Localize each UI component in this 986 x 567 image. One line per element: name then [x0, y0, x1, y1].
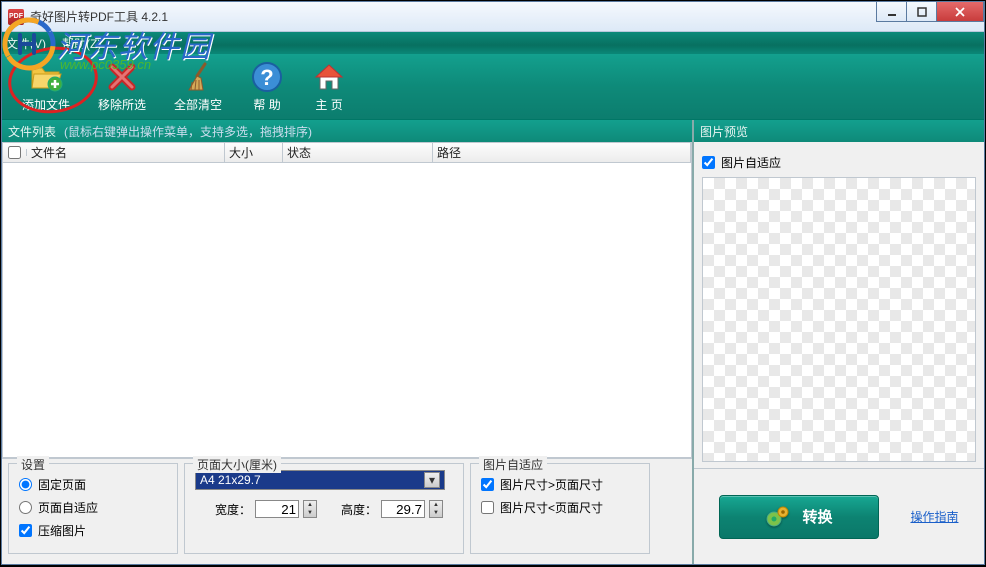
help-icon: ? — [250, 60, 284, 94]
remove-icon — [105, 60, 139, 94]
img-lt-page-checkbox[interactable]: 图片尺寸<页面尺寸 — [481, 499, 639, 516]
folder-add-icon — [29, 60, 63, 94]
width-input[interactable] — [255, 500, 299, 518]
preview-canvas — [702, 177, 976, 462]
help-button[interactable]: ? 帮 助 — [250, 60, 284, 113]
maximize-button[interactable] — [906, 2, 936, 22]
titlebar: PDF 奇好图片转PDF工具 4.2.1 — [2, 2, 984, 32]
height-spinner[interactable]: ▲▼ — [429, 500, 443, 518]
preview-header: 图片预览 — [694, 120, 984, 142]
col-size[interactable]: 大小 — [225, 143, 283, 162]
preview-title: 图片预览 — [700, 123, 748, 140]
toolbar: 添加文件 移除所选 全部清空 ? 帮 助 主 页 — [2, 54, 984, 120]
window-title: 奇好图片转PDF工具 4.2.1 — [30, 8, 168, 25]
menu-file[interactable]: 文件(V) — [6, 35, 46, 52]
menu-help[interactable]: 帮助(Z) — [62, 35, 101, 52]
file-list-title: 文件列表 — [8, 123, 56, 140]
file-list-hint: (鼠标右键弹出操作菜单，支持多选，拖拽排序) — [64, 123, 312, 140]
convert-button[interactable]: 转换 — [719, 495, 879, 539]
svg-text:?: ? — [260, 65, 273, 90]
page-preset-select[interactable]: A4 21x29.7 ▾ — [195, 470, 445, 490]
col-filename[interactable]: 文件名 — [27, 143, 225, 162]
file-grid[interactable]: 文件名 大小 状态 路径 — [2, 142, 692, 458]
col-status[interactable]: 状态 — [283, 143, 433, 162]
width-spinner[interactable]: ▲▼ — [303, 500, 317, 518]
page-size-legend: 页面大小(厘米) — [193, 456, 281, 473]
image-autofit-legend: 图片自适应 — [479, 456, 547, 473]
compress-checkbox[interactable]: 压缩图片 — [19, 522, 167, 539]
help-label: 帮 助 — [253, 96, 280, 113]
remove-selected-button[interactable]: 移除所选 — [98, 60, 146, 113]
img-gt-page-checkbox[interactable]: 图片尺寸>页面尺寸 — [481, 476, 639, 493]
auto-page-radio[interactable]: 页面自适应 — [19, 499, 167, 516]
fixed-page-radio[interactable]: 固定页面 — [19, 476, 167, 493]
menubar: 文件(V) 帮助(Z) — [2, 32, 984, 54]
col-path[interactable]: 路径 — [433, 143, 691, 162]
settings-legend: 设置 — [17, 456, 49, 473]
home-label: 主 页 — [315, 96, 342, 113]
close-button[interactable] — [936, 2, 984, 22]
convert-label: 转换 — [802, 506, 832, 527]
chevron-down-icon: ▾ — [424, 472, 440, 488]
gear-icon — [766, 505, 790, 529]
clear-all-button[interactable]: 全部清空 — [174, 60, 222, 113]
app-icon: PDF — [8, 9, 24, 25]
broom-icon — [181, 60, 215, 94]
home-button[interactable]: 主 页 — [312, 60, 346, 113]
grid-body[interactable] — [3, 163, 691, 457]
preset-value: A4 21x29.7 — [200, 473, 261, 487]
add-file-label: 添加文件 — [22, 96, 70, 113]
select-all-checkbox[interactable] — [8, 146, 21, 159]
image-autofit-group: 图片自适应 图片尺寸>页面尺寸 图片尺寸<页面尺寸 — [470, 463, 650, 554]
preview-autofit-checkbox[interactable]: 图片自适应 — [702, 154, 976, 171]
add-file-button[interactable]: 添加文件 — [22, 60, 70, 113]
guide-link[interactable]: 操作指南 — [910, 508, 958, 525]
minimize-button[interactable] — [876, 2, 906, 22]
page-size-group: 页面大小(厘米) A4 21x29.7 ▾ 宽度： ▲▼ — [184, 463, 464, 554]
height-label: 高度： — [341, 501, 377, 518]
height-input[interactable] — [381, 500, 425, 518]
col-checkbox[interactable] — [3, 149, 27, 156]
clear-label: 全部清空 — [174, 96, 222, 113]
settings-group: 设置 固定页面 页面自适应 压缩图片 — [8, 463, 178, 554]
width-label: 宽度： — [215, 501, 251, 518]
grid-header: 文件名 大小 状态 路径 — [3, 143, 691, 163]
home-icon — [312, 60, 346, 94]
remove-label: 移除所选 — [98, 96, 146, 113]
file-list-header: 文件列表 (鼠标右键弹出操作菜单，支持多选，拖拽排序) — [2, 120, 692, 142]
